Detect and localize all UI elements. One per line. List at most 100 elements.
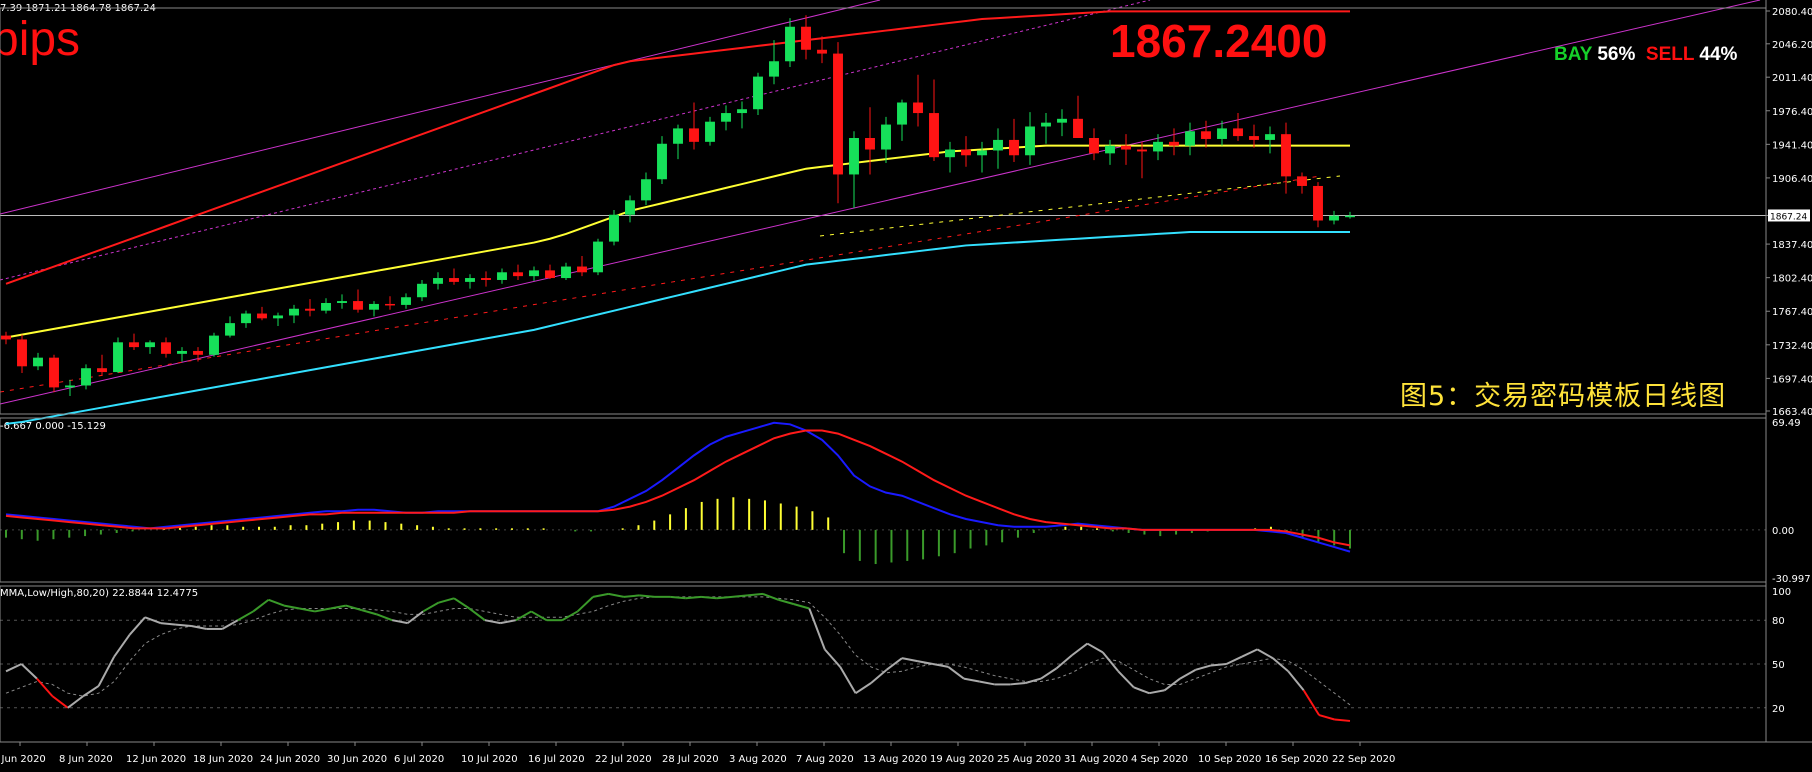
- moving-averages: [5, 10, 1350, 425]
- candle-body: [529, 270, 539, 277]
- candle-body: [1313, 185, 1323, 221]
- stoch-segment: [1102, 651, 1120, 672]
- time-tick-label: 10 Jul 2020: [461, 754, 518, 765]
- candle-body: [129, 342, 139, 348]
- time-tick-label: 2 Jun 2020: [0, 754, 46, 765]
- stoch-segment: [468, 607, 486, 621]
- price-channel: [0, 0, 1761, 405]
- stoch-tick-label: 20: [1772, 704, 1785, 715]
- candle-body: [417, 283, 427, 298]
- candle-body: [209, 335, 219, 355]
- current-price-label: 1867.24: [1770, 212, 1807, 222]
- time-tick-label: 16 Sep 2020: [1265, 754, 1328, 765]
- stoch-segment: [1334, 718, 1351, 722]
- stoch-segment: [1179, 668, 1197, 680]
- candle-body: [1329, 215, 1339, 221]
- stoch-segment: [716, 595, 733, 600]
- stoch-segment: [1071, 642, 1088, 657]
- candle-body: [1345, 215, 1355, 218]
- time-tick-label: 8 Jun 2020: [59, 754, 113, 765]
- macd-panel: [0, 421, 1766, 565]
- price-tick-label: 2011.40: [1772, 73, 1812, 84]
- candle-body: [289, 308, 299, 316]
- stoch-segment: [979, 680, 995, 686]
- stoch-segment: [917, 660, 934, 665]
- candle-body: [257, 313, 267, 319]
- candle-body: [81, 368, 91, 386]
- candle-body: [497, 272, 507, 280]
- stoch-segment: [870, 669, 888, 684]
- stoch-tick-label: 80: [1772, 616, 1785, 627]
- candle-body: [737, 109, 747, 114]
- stoch-segment: [484, 619, 501, 625]
- stoch-segment: [1117, 670, 1135, 689]
- candle-body: [33, 357, 43, 367]
- stoch-segment: [392, 619, 408, 625]
- stoch-segment: [1040, 667, 1058, 680]
- candle-body: [177, 350, 187, 354]
- candle-body: [1073, 118, 1083, 139]
- stoch-segment: [901, 657, 918, 663]
- candle-body: [1153, 141, 1163, 152]
- time-tick-label: 22 Jul 2020: [595, 754, 652, 765]
- candle-body: [1249, 136, 1259, 140]
- candle-body: [1105, 145, 1115, 154]
- stoch-segment: [1241, 648, 1258, 658]
- stoch-segment: [113, 634, 131, 658]
- price-tick-label: 1906.40: [1772, 174, 1812, 185]
- panel-border: [0, 585, 1767, 743]
- stoch-readout: MMA,Low/High,80,20) 22.8844 12.4775: [0, 588, 199, 599]
- moving-average-line: [5, 144, 1350, 339]
- time-tick-label: 30 Jun 2020: [327, 754, 387, 765]
- stoch-segment: [407, 610, 424, 624]
- candle-body: [353, 301, 363, 310]
- stoch-segment: [361, 609, 378, 616]
- stoch-segment: [515, 610, 532, 622]
- candle-body: [1201, 131, 1211, 139]
- candle-body: [593, 241, 603, 273]
- macd-tick-label: 0.00: [1772, 526, 1794, 537]
- stoch-segment: [530, 610, 548, 622]
- buy-label: BAY: [1554, 44, 1593, 65]
- stoch-segment: [1164, 677, 1181, 692]
- stoch-segment: [268, 598, 285, 607]
- stoch-segment: [793, 603, 810, 610]
- candle-body: [673, 128, 683, 144]
- stoch-signal-line: [5, 596, 1351, 706]
- price-title: 1867.2400: [1110, 15, 1328, 67]
- stoch-segment: [330, 604, 347, 610]
- candle-body: [17, 339, 27, 367]
- candle-body: [401, 297, 411, 305]
- stoch-segment: [144, 616, 161, 625]
- time-tick-label: 12 Jun 2020: [126, 754, 186, 765]
- buy-pct: 56%: [1597, 44, 1636, 65]
- candle-body: [561, 266, 571, 279]
- stoch-segment: [824, 648, 841, 668]
- candle-body: [369, 303, 379, 310]
- macd-readout: -6.667 0.000 -15.129: [0, 421, 106, 432]
- candle-body: [305, 308, 315, 311]
- price-tick-label: 1802.40: [1772, 274, 1812, 285]
- channel-upper: [0, 0, 881, 215]
- time-tick-label: 18 Jun 2020: [193, 754, 253, 765]
- stoch-segment: [438, 597, 455, 604]
- stoch-segment: [1195, 664, 1212, 671]
- stoch-segment: [1287, 670, 1305, 691]
- candle-body: [1185, 131, 1195, 146]
- macd-line: [5, 429, 1351, 547]
- stoch-segment: [1010, 681, 1026, 686]
- stoch-segment: [685, 595, 702, 600]
- time-tick-label: 28 Jul 2020: [662, 754, 719, 765]
- candle-body: [1217, 128, 1227, 139]
- candle-body: [1025, 126, 1035, 156]
- buy-sell-stats: BAY 56% SELL 44%: [1554, 44, 1737, 66]
- time-tick-label: 24 Jun 2020: [260, 754, 320, 765]
- macd-tick-label: 69.49: [1772, 418, 1801, 429]
- stoch-segment: [576, 596, 594, 613]
- candle-body: [1121, 145, 1131, 150]
- candle-body: [657, 143, 667, 180]
- candle-body: [849, 138, 859, 175]
- stoch-segment: [160, 622, 177, 626]
- candle-body: [225, 323, 235, 336]
- stochastic-panel: [0, 592, 1766, 722]
